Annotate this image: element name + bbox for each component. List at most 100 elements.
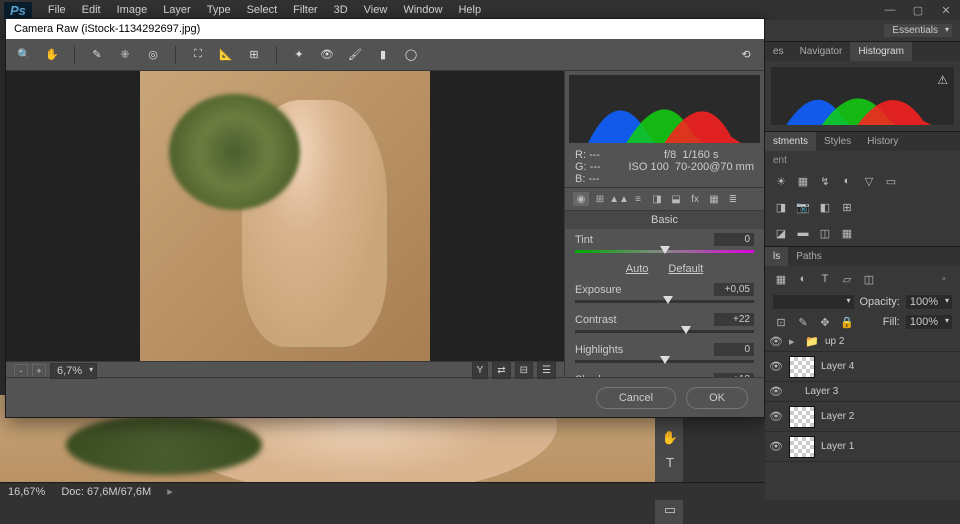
target-adjust-icon[interactable]: ◎	[145, 47, 161, 63]
menu-file[interactable]: File	[40, 2, 74, 18]
basic-tab-icon[interactable]: ◉	[573, 192, 589, 206]
brush-icon[interactable]: 🖌	[347, 47, 363, 63]
zoom-out-icon[interactable]: -	[14, 364, 28, 378]
redeye-icon[interactable]: 👁	[319, 47, 335, 63]
crop-tool-icon[interactable]: ⛶	[190, 47, 206, 63]
detail-tab-icon[interactable]: ▲▲	[611, 192, 627, 206]
tab-histogram[interactable]: Histogram	[850, 42, 912, 61]
zoom-tool-icon[interactable]: 🔍	[16, 47, 32, 63]
tint-slider[interactable]	[575, 250, 754, 253]
lookup-adj-icon[interactable]: ⊞	[839, 200, 855, 214]
tab-history[interactable]: History	[859, 132, 906, 151]
tab-swatches[interactable]: es	[765, 42, 792, 61]
split-tab-icon[interactable]: ◨	[649, 192, 665, 206]
type-tool-icon[interactable]: T	[657, 451, 683, 473]
layer-row[interactable]: 👁Layer 4	[765, 352, 960, 382]
workspace-select[interactable]: Essentials	[884, 24, 952, 37]
preview-canvas[interactable]	[6, 71, 564, 361]
filter-type-icon[interactable]: T	[817, 272, 833, 286]
straighten-icon[interactable]: 📐	[218, 47, 234, 63]
brightness-adj-icon[interactable]: ☀	[773, 174, 789, 188]
menu-type[interactable]: Type	[199, 2, 239, 18]
menu-3d[interactable]: 3D	[326, 2, 356, 18]
poster-adj-icon[interactable]: ▬	[795, 226, 811, 240]
menu-view[interactable]: View	[356, 2, 396, 18]
layer-vis-2[interactable]: 👁	[769, 385, 783, 398]
color-sampler-icon[interactable]: ⁜	[117, 47, 133, 63]
exposure-adj-icon[interactable]: ◐	[839, 174, 855, 188]
layer-vis-4[interactable]: 👁	[769, 440, 783, 453]
shape-tool-icon[interactable]: ▭	[657, 499, 683, 521]
white-balance-icon[interactable]: ✎	[89, 47, 105, 63]
layer-row[interactable]: 👁 Layer 2	[765, 402, 960, 432]
tab-styles[interactable]: Styles	[816, 132, 859, 151]
ok-button[interactable]: OK	[686, 387, 748, 409]
slider-value-1[interactable]: +22	[714, 313, 754, 326]
grad-filter-icon[interactable]: ▮	[375, 47, 391, 63]
menu-filter[interactable]: Filter	[285, 2, 325, 18]
menu-window[interactable]: Window	[395, 2, 450, 18]
warning-icon[interactable]: ⚠	[937, 73, 948, 87]
menu-help[interactable]: Help	[450, 2, 489, 18]
lock-pos-icon[interactable]: ✥	[817, 315, 833, 329]
channel-mixer-icon[interactable]: ◧	[817, 200, 833, 214]
slider-0[interactable]	[575, 300, 754, 303]
hand-tool-icon[interactable]: ✋	[44, 47, 60, 63]
hand-tool-icon[interactable]: ✋	[657, 427, 683, 449]
cr-histogram[interactable]	[569, 75, 760, 143]
menu-image[interactable]: Image	[109, 2, 156, 18]
slider-value-0[interactable]: +0,05	[714, 283, 754, 296]
filter-smart-icon[interactable]: ◫	[861, 272, 877, 286]
layer-name-0[interactable]: up 2	[825, 336, 844, 347]
layer-name-2[interactable]: Layer 3	[805, 386, 838, 397]
hsl-tab-icon[interactable]: ≡	[630, 192, 646, 206]
filter-pixel-icon[interactable]: ▦	[773, 272, 789, 286]
fill-value[interactable]: 100%	[906, 315, 952, 329]
opacity-value[interactable]: 100%	[906, 295, 952, 309]
close-icon[interactable]: ✕	[932, 0, 960, 20]
bw-adj-icon[interactable]: ◨	[773, 200, 789, 214]
transform-icon[interactable]: ⊞	[246, 47, 262, 63]
tab-navigator[interactable]: Navigator	[792, 42, 851, 61]
maximize-icon[interactable]: ▢	[904, 0, 932, 20]
presets-tab-icon[interactable]: ≣	[725, 192, 741, 206]
lock-trans-icon[interactable]: ⊡	[773, 315, 789, 329]
zoom-in-icon[interactable]: +	[32, 364, 46, 378]
slider-2[interactable]	[575, 360, 754, 363]
filter-adj-icon[interactable]: ◐	[795, 272, 811, 286]
filter-toggle-icon[interactable]: ◦	[936, 272, 952, 286]
threshold-adj-icon[interactable]: ◫	[817, 226, 833, 240]
layer-row[interactable]: 👁▸📁up 2	[765, 332, 960, 352]
photo-filter-icon[interactable]: 📷	[795, 200, 811, 214]
layer-row[interactable]: 👁 Layer 1	[765, 432, 960, 462]
layer-vis-3[interactable]: 👁	[769, 410, 783, 423]
spot-removal-icon[interactable]: ✦	[291, 47, 307, 63]
filter-shape-icon[interactable]: ▱	[839, 272, 855, 286]
cancel-button[interactable]: Cancel	[596, 387, 676, 409]
camera-tab-icon[interactable]: ▦	[706, 192, 722, 206]
status-zoom[interactable]: 16,67%	[8, 486, 45, 498]
hue-adj-icon[interactable]: ▭	[883, 174, 899, 188]
slider-1[interactable]	[575, 330, 754, 333]
selective-adj-icon[interactable]: ▦	[839, 226, 855, 240]
lens-tab-icon[interactable]: ⬓	[668, 192, 684, 206]
tab-adjustments[interactable]: stments	[765, 132, 816, 151]
tab-layers[interactable]: ls	[765, 247, 788, 266]
group-arrow-icon[interactable]: ▸	[789, 335, 799, 348]
lock-all-icon[interactable]: 🔒	[839, 315, 855, 329]
default-button[interactable]: Default	[668, 263, 703, 275]
levels-adj-icon[interactable]: ▦	[795, 174, 811, 188]
curves-adj-icon[interactable]: ↯	[817, 174, 833, 188]
menu-edit[interactable]: Edit	[74, 2, 109, 18]
tint-value[interactable]: 0	[714, 233, 754, 246]
slider-value-2[interactable]: 0	[714, 343, 754, 356]
layer-vis-0[interactable]: 👁	[769, 335, 783, 348]
layer-name-3[interactable]: Layer 2	[821, 411, 854, 422]
fx-tab-icon[interactable]: fx	[687, 192, 703, 206]
vibrance-adj-icon[interactable]: ▽	[861, 174, 877, 188]
auto-button[interactable]: Auto	[626, 263, 649, 275]
radial-filter-icon[interactable]: ◯	[403, 47, 419, 63]
layer-name-4[interactable]: Layer 1	[821, 441, 854, 452]
layer-row[interactable]: 👁 Layer 3	[765, 382, 960, 402]
curve-tab-icon[interactable]: ⊞	[592, 192, 608, 206]
